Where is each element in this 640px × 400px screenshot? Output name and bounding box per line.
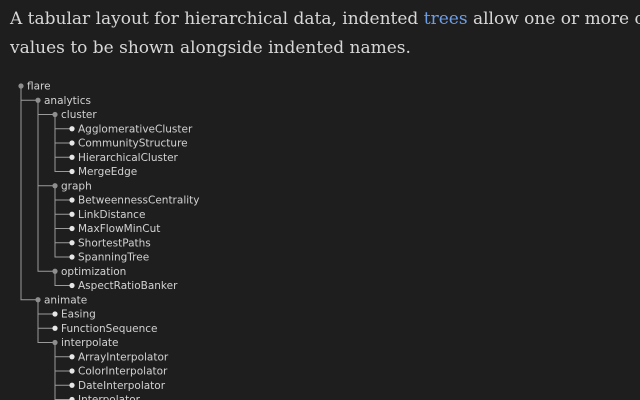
node-dot-icon <box>52 311 58 317</box>
node-label: LinkDistance <box>78 209 145 221</box>
node-dot-icon <box>35 297 41 303</box>
node-label: MaxFlowMinCut <box>78 223 160 235</box>
node-label: CommunityStructure <box>78 138 188 150</box>
tree-nodes: flare analytics cluster AgglomerativeCluste… <box>18 81 199 400</box>
node-dot-icon <box>69 154 75 160</box>
node-dot-icon <box>52 111 58 118</box>
node-label: BetweennessCentrality <box>78 195 199 207</box>
node-dot-icon <box>69 168 75 175</box>
node-label: DateInterpolator <box>78 380 166 392</box>
tree-node-interpolate[interactable]: interpolate <box>52 337 118 349</box>
page: A tabular layout for hierarchical data, … <box>0 0 640 400</box>
node-dot-icon <box>69 126 75 132</box>
node-dot-icon <box>69 254 75 260</box>
tree-links <box>20 86 72 400</box>
tree-link <box>54 185 72 258</box>
tree-node-community-structure[interactable]: CommunityStructure <box>69 138 188 150</box>
tree-node-function-sequence[interactable]: FunctionSequence <box>52 323 157 335</box>
node-dot-icon <box>35 97 41 103</box>
node-label: AspectRatioBanker <box>78 280 178 292</box>
tree-node-date-interpolator[interactable]: DateInterpolator <box>69 380 166 392</box>
node-label: Easing <box>61 309 96 321</box>
node-label: graph <box>61 180 92 192</box>
node-label: ShortestPaths <box>78 237 151 249</box>
tree-node-array-interpolator[interactable]: ArrayInterpolator <box>69 351 169 363</box>
node-dot-icon <box>69 140 75 146</box>
node-label: ColorInterpolator <box>78 366 168 378</box>
tree-node-color-interpolator[interactable]: ColorInterpolator <box>69 366 168 378</box>
node-label: interpolate <box>61 337 118 349</box>
node-label: MergeEdge <box>78 166 137 178</box>
tree-node-animate[interactable]: animate <box>35 294 87 306</box>
node-label: cluster <box>61 109 97 121</box>
node-dot-icon <box>69 382 75 388</box>
node-label: Interpolator <box>78 394 141 400</box>
node-dot-icon <box>52 183 58 189</box>
node-dot-icon <box>69 211 75 217</box>
node-label: AgglomerativeCluster <box>78 123 193 135</box>
tree-node-aspect-ratio-banker[interactable]: AspectRatioBanker <box>69 280 178 292</box>
tree-node-max-flow-min-cut[interactable]: MaxFlowMinCut <box>69 223 160 235</box>
tree-node-easing[interactable]: Easing <box>52 309 96 321</box>
node-dot-icon <box>69 240 75 246</box>
node-label: analytics <box>44 95 91 107</box>
tree-node-agglomerative-cluster[interactable]: AgglomerativeCluster <box>69 123 193 135</box>
tree-node-spanning-tree[interactable]: SpanningTree <box>69 252 149 264</box>
tree-node-graph[interactable]: graph <box>52 180 92 192</box>
tree-node-analytics[interactable]: analytics <box>35 95 91 107</box>
tree-node-link-distance[interactable]: LinkDistance <box>69 209 145 221</box>
tree-node-flare[interactable]: flare <box>18 81 51 93</box>
node-dot-icon <box>69 282 75 289</box>
node-dot-icon <box>69 197 75 203</box>
tree-node-hierarchical-cluster[interactable]: HierarchicalCluster <box>69 152 179 164</box>
tree-node-shortest-paths[interactable]: ShortestPaths <box>69 237 151 249</box>
node-dot-icon <box>69 368 75 374</box>
node-dot-icon <box>69 225 75 232</box>
tree-node-interpolator[interactable]: Interpolator <box>69 394 141 400</box>
node-dot-icon <box>18 83 24 89</box>
node-dot-icon <box>52 325 58 331</box>
node-label: HierarchicalCluster <box>78 152 179 164</box>
indented-tree: flare analytics cluster AgglomerativeCluste… <box>18 81 199 400</box>
tree-link <box>20 86 38 301</box>
node-label: SpanningTree <box>78 252 149 264</box>
tree-node-merge-edge[interactable]: MergeEdge <box>69 166 137 178</box>
tree-link <box>37 100 55 187</box>
node-dot-icon <box>69 354 75 360</box>
tree-node-optimization[interactable]: optimization <box>52 266 126 278</box>
node-label: flare <box>27 81 51 93</box>
tree-node-betweenness-centrality[interactable]: BetweennessCentrality <box>69 195 199 207</box>
node-label: optimization <box>61 266 126 278</box>
node-label: animate <box>44 294 87 306</box>
tree-node-cluster[interactable]: cluster <box>52 109 97 121</box>
node-dot-icon <box>52 268 58 274</box>
node-label: FunctionSequence <box>61 323 157 335</box>
node-dot-icon <box>52 339 58 346</box>
node-label: ArrayInterpolator <box>78 351 169 363</box>
